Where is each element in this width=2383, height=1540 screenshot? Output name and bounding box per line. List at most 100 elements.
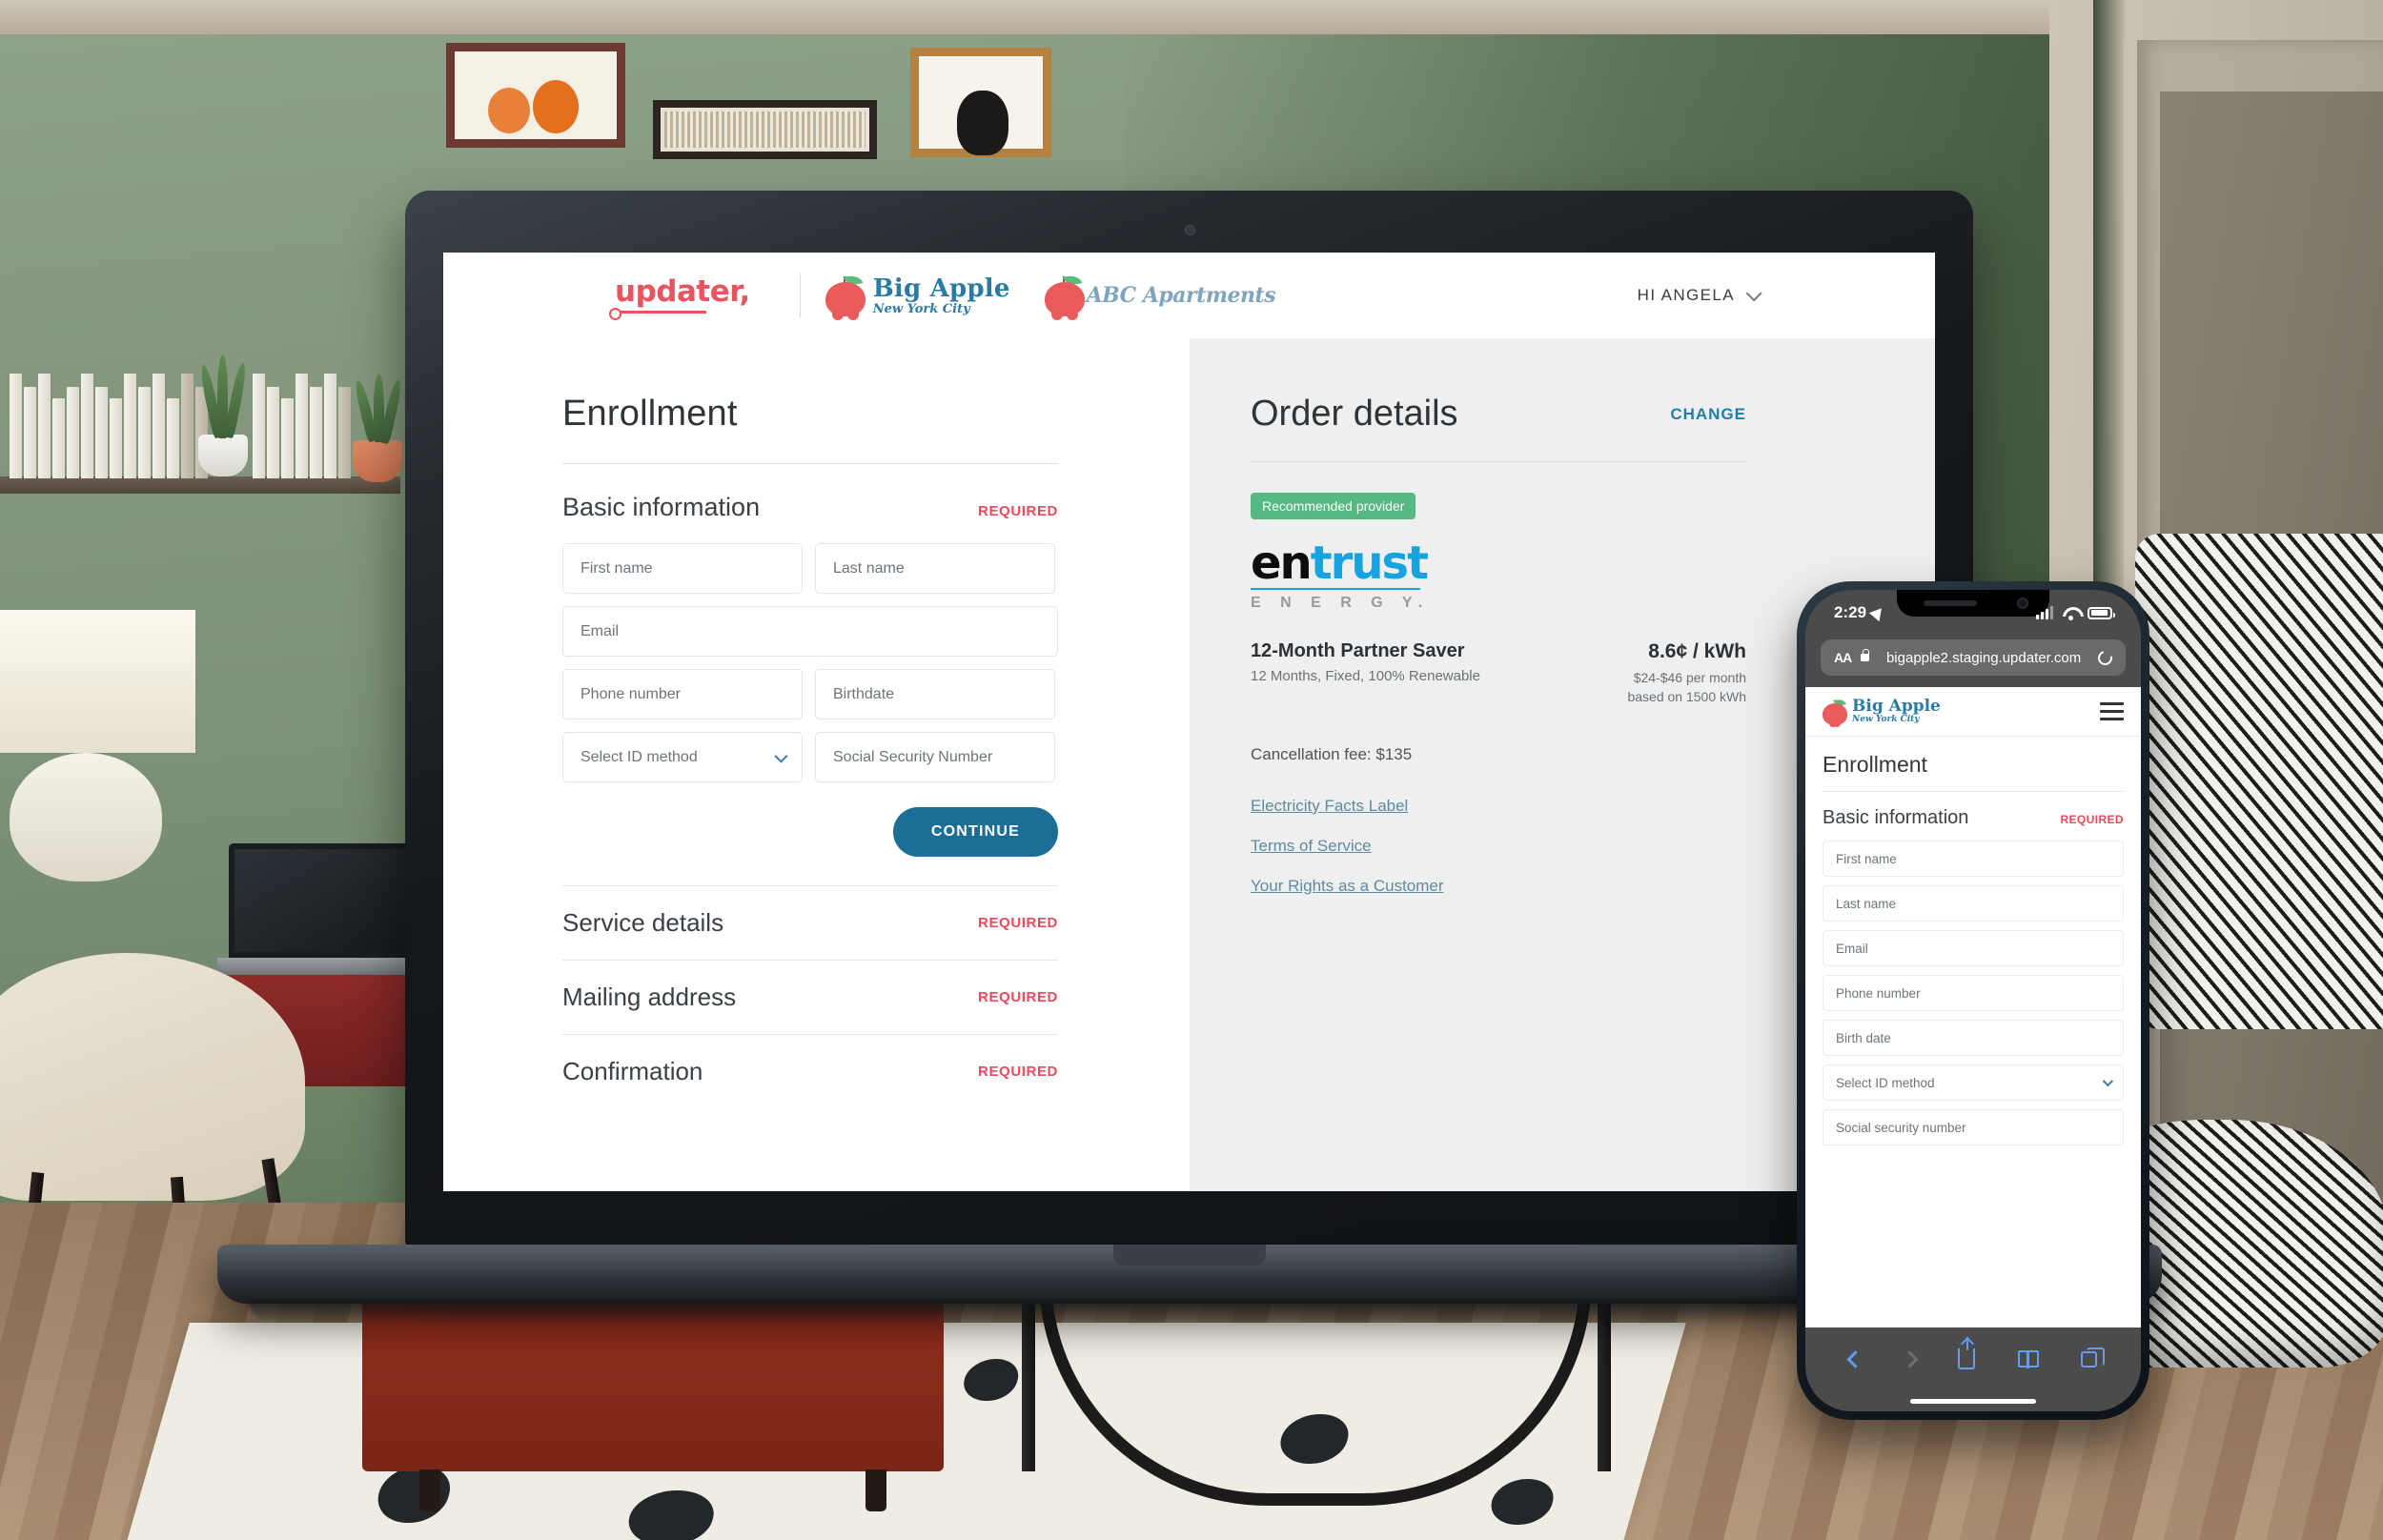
phone-webview: Big Apple New York City Enrollment Basic…	[1805, 687, 2141, 1327]
forward-icon	[1901, 1349, 1919, 1368]
big-apple-logo[interactable]: Big Apple New York City	[825, 272, 1010, 320]
wall-shelf	[0, 476, 400, 494]
first-name-placeholder: First name	[580, 559, 653, 577]
title-divider	[562, 463, 1058, 464]
last-name-input[interactable]: Last name	[815, 543, 1055, 594]
big-apple-tagline: New York City	[872, 301, 970, 316]
order-details-divider	[1251, 461, 1746, 462]
chevron-down-icon	[1745, 285, 1762, 302]
abc-apartments-wordmark: ABC Apartments	[1086, 283, 1276, 308]
phone-phone-number-input[interactable]: Phone number	[1823, 975, 2124, 1011]
big-apple-wordmark: Big Apple	[872, 274, 1010, 303]
first-name-input[interactable]: First name	[562, 543, 803, 594]
last-name-placeholder: Last name	[833, 559, 905, 577]
service-details-title: Service details	[562, 908, 724, 937]
cellular-signal-icon	[2036, 606, 2053, 619]
plan-name: 12-Month Partner Saver	[1251, 640, 1465, 661]
phone-status-bar: 2:29	[1805, 590, 2141, 636]
section-mailing-address[interactable]: Mailing address REQUIRED	[562, 960, 1058, 1034]
section-confirmation[interactable]: Confirmation REQUIRED	[562, 1034, 1058, 1108]
section-service-details[interactable]: Service details REQUIRED	[562, 885, 1058, 960]
chevron-down-icon	[774, 749, 788, 763]
phone-number-placeholder: Phone number	[580, 685, 681, 702]
lock-icon	[1861, 649, 1870, 661]
phone-birth-date-input[interactable]: Birth date	[1823, 1020, 2124, 1056]
phone-last-name-input[interactable]: Last name	[1823, 885, 2124, 922]
picture-frame-blob	[910, 48, 1051, 157]
tabs-icon[interactable]	[2080, 1347, 2105, 1368]
laptop-screen: updater, Big Apple New York City ABC Apa…	[443, 253, 1935, 1191]
address-bar[interactable]: AA bigapple2.staging.updater.com	[1821, 639, 2126, 676]
plant-pot-white	[198, 435, 248, 476]
phone-site-header: Big Apple New York City	[1805, 687, 2141, 737]
phone-email-input[interactable]: Email	[1823, 930, 2124, 966]
phone-big-apple-logo[interactable]: Big Apple New York City	[1823, 696, 1941, 727]
picture-frame-stripes	[653, 100, 877, 159]
abc-apartments-logo[interactable]: ABC Apartments	[1044, 272, 1276, 320]
order-details-header: Order details CHANGE	[1251, 394, 1746, 435]
ssn-placeholder: Social Security Number	[833, 748, 993, 765]
phone-ssn-input[interactable]: Social security number	[1823, 1109, 2124, 1145]
phone-id-method-select[interactable]: Select ID method	[1823, 1064, 2124, 1101]
hamburger-menu-icon[interactable]	[2100, 702, 2124, 720]
back-icon[interactable]	[1846, 1349, 1864, 1368]
updater-logo[interactable]: updater,	[609, 274, 775, 320]
phone-screen: 2:29 AA bigapple2.staging.updater.com Bi…	[1805, 590, 2141, 1411]
phone-first-name-input[interactable]: First name	[1823, 841, 2124, 877]
phone-device: 2:29 AA bigapple2.staging.updater.com Bi…	[1797, 581, 2149, 1420]
phone-page-body: Enrollment Basic information REQUIRED Fi…	[1805, 737, 2141, 1145]
reload-icon[interactable]	[2095, 647, 2115, 668]
order-details-title: Order details	[1251, 394, 1458, 434]
continue-button[interactable]: CONTINUE	[892, 807, 1058, 857]
patterned-cushion	[2135, 534, 2383, 1029]
logo-divider	[799, 274, 801, 317]
entrust-logo-part1: en	[1251, 537, 1313, 590]
recommended-provider-badge: Recommended provider	[1251, 493, 1416, 519]
enrollment-page: updater, Big Apple New York City ABC Apa…	[443, 253, 1935, 1191]
confirmation-title: Confirmation	[562, 1057, 703, 1085]
phone-first-name-placeholder: First name	[1836, 851, 1897, 866]
browser-url-bar: AA bigapple2.staging.updater.com	[1805, 636, 2141, 687]
bookmarks-icon[interactable]	[2017, 1349, 2039, 1368]
basic-information-header: Basic information REQUIRED	[562, 493, 1058, 522]
phone-email-placeholder: Email	[1836, 941, 1868, 956]
ssn-input[interactable]: Social Security Number	[815, 732, 1055, 782]
email-input[interactable]: Email	[562, 606, 1058, 657]
cancellation-fee: Cancellation fee: $135	[1251, 744, 1413, 763]
basic-information-form: First name Last name Email Phone number …	[562, 543, 1058, 782]
change-order-link[interactable]: CHANGE	[1670, 405, 1746, 424]
text-size-icon[interactable]: AA	[1834, 650, 1852, 665]
service-details-status: REQUIRED	[978, 915, 1058, 931]
wifi-icon	[2062, 607, 2079, 620]
updater-wordmark: updater,	[615, 274, 750, 309]
plan-estimate: $24-$46 per month based on 1500 kWh	[1627, 668, 1746, 707]
mailing-address-title: Mailing address	[562, 983, 737, 1011]
customer-rights-link[interactable]: Your Rights as a Customer	[1251, 877, 1444, 896]
share-icon[interactable]	[1958, 1337, 1976, 1369]
phone-number-input[interactable]: Phone number	[562, 669, 803, 719]
id-method-select[interactable]: Select ID method	[562, 732, 803, 782]
phone-last-name-placeholder: Last name	[1836, 896, 1897, 911]
phone-birth-date-placeholder: Birth date	[1836, 1030, 1891, 1045]
birthdate-input[interactable]: Birthdate	[815, 669, 1055, 719]
book-row-left	[10, 372, 208, 478]
phone-big-apple-wordmark: Big Apple	[1852, 697, 1941, 716]
brand-logos: updater, Big Apple New York City ABC Apa…	[609, 272, 1276, 320]
browser-toolbar	[1805, 1327, 2141, 1390]
terms-of-service-link[interactable]: Terms of Service	[1251, 837, 1372, 856]
front-camera-icon	[2017, 598, 2028, 609]
enrollment-column: Enrollment Basic information REQUIRED Fi…	[443, 338, 1190, 1191]
birthdate-placeholder: Birthdate	[833, 685, 895, 702]
battery-icon	[2088, 606, 2115, 619]
book-row-right	[253, 372, 351, 478]
home-indicator	[1805, 1390, 2141, 1411]
apple-icon-abc	[1044, 272, 1085, 320]
mailing-address-status: REQUIRED	[978, 989, 1058, 1005]
laptop-webcam-icon	[1184, 225, 1195, 235]
electricity-facts-label-link[interactable]: Electricity Facts Label	[1251, 797, 1408, 816]
phone-section-title: Basic information	[1823, 807, 1969, 828]
updater-underline	[609, 308, 706, 320]
basic-information-title: Basic information	[562, 493, 761, 521]
entrust-energy-logo: entrust E N E R G Y.	[1251, 540, 1866, 612]
user-menu[interactable]: HI ANGELA	[1638, 285, 1762, 305]
